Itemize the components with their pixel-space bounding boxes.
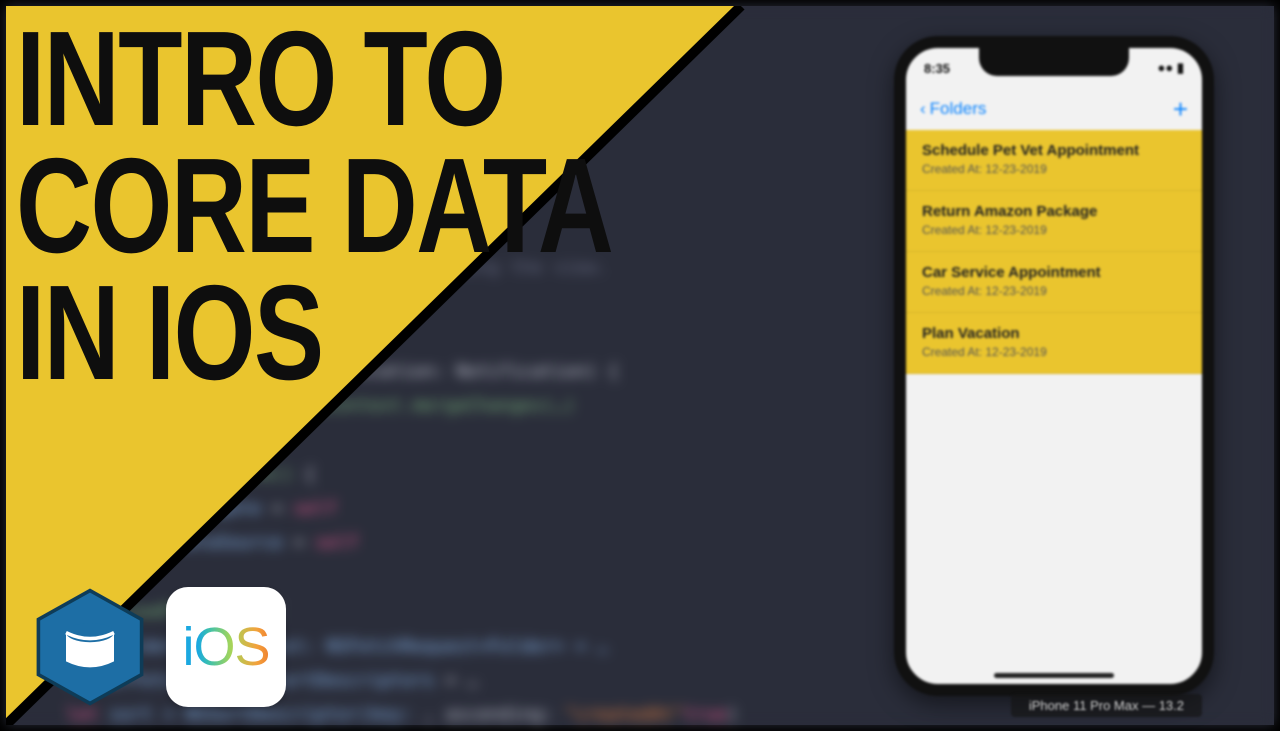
list-item-title: Car Service Appointment bbox=[922, 264, 1186, 281]
badge-row: iOS bbox=[30, 587, 286, 707]
title-line-3: IN IOS bbox=[16, 270, 612, 397]
nav-back-label: Folders bbox=[930, 99, 987, 119]
title-line-1: INTRO TO bbox=[16, 16, 612, 143]
thumbnail-title: INTRO TO CORE DATA IN IOS bbox=[16, 16, 612, 397]
list-item-subtitle: Created At: 12-23-2019 bbox=[922, 162, 1186, 176]
list-item-subtitle: Created At: 12-23-2019 bbox=[922, 284, 1186, 298]
list-item-title: Return Amazon Package bbox=[922, 203, 1186, 220]
list-item-subtitle: Created At: 12-23-2019 bbox=[922, 223, 1186, 237]
list-item[interactable]: Return Amazon Package Created At: 12-23-2… bbox=[906, 191, 1202, 252]
list-item[interactable]: Car Service Appointment Created At: 12-23… bbox=[906, 252, 1202, 313]
nav-add-button[interactable]: + bbox=[1173, 94, 1188, 125]
ios-badge-label: iOS bbox=[182, 616, 269, 678]
device-caption: iPhone 11 Pro Max — 13.2 bbox=[1011, 694, 1202, 717]
list-item-subtitle: Created At: 12-23-2019 bbox=[922, 345, 1186, 359]
status-indicators-icon: ●● ▮ bbox=[1158, 60, 1184, 76]
list-item[interactable]: Schedule Pet Vet Appointment Created At: … bbox=[906, 130, 1202, 191]
list-item-title: Plan Vacation bbox=[922, 325, 1186, 342]
phone-notch bbox=[979, 48, 1129, 76]
phone-list: Schedule Pet Vet Appointment Created At: … bbox=[906, 130, 1202, 374]
core-data-hex-icon bbox=[30, 587, 150, 707]
title-line-2: CORE DATA bbox=[16, 143, 612, 270]
status-time: 8:35 bbox=[924, 61, 950, 76]
chevron-left-icon: ‹ bbox=[920, 99, 926, 119]
nav-back-button[interactable]: ‹ Folders bbox=[920, 99, 986, 119]
phone-nav-bar: ‹ Folders + bbox=[906, 88, 1202, 130]
iphone-mock: 8:35 ●● ▮ ‹ Folders + Schedule Pet Vet A… bbox=[894, 36, 1214, 696]
list-item[interactable]: Plan Vacation Created At: 12-23-2019 bbox=[906, 313, 1202, 374]
home-indicator bbox=[994, 673, 1114, 678]
ios-badge: iOS bbox=[166, 587, 286, 707]
list-item-title: Schedule Pet Vet Appointment bbox=[922, 142, 1186, 159]
